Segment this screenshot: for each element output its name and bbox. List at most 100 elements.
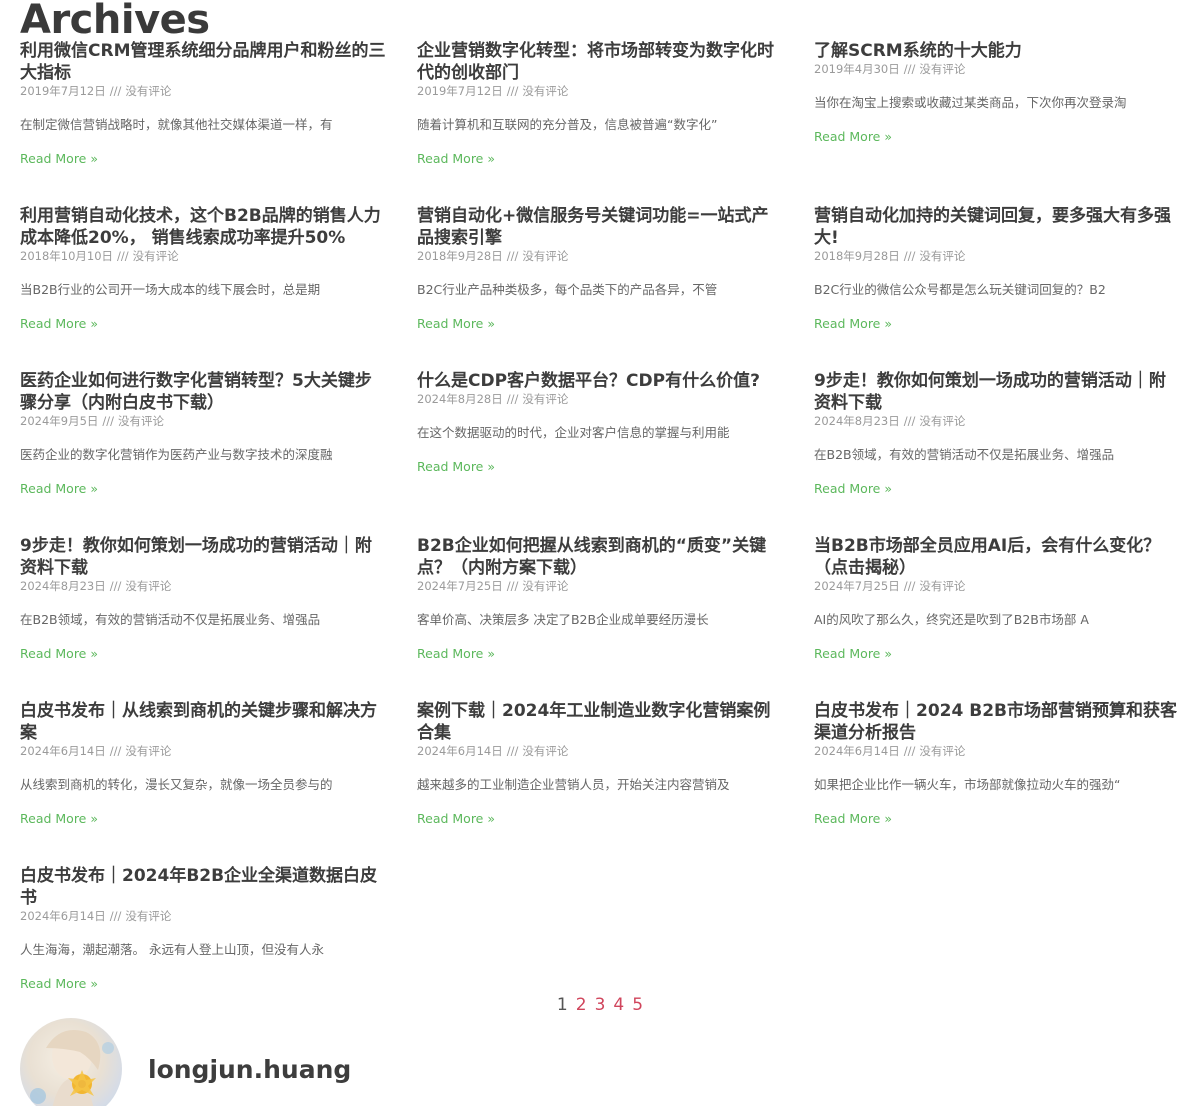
post-title[interactable]: 企业营销数字化转型：将市场部转变为数字化时代的创收部门	[417, 40, 784, 84]
post-comments-link[interactable]: 没有评论	[125, 579, 171, 593]
post-meta: 2024年9月5日 ///没有评论	[20, 414, 387, 428]
post-date[interactable]: 2024年9月5日	[20, 414, 98, 428]
read-more-link[interactable]: Read More »	[417, 316, 495, 332]
meta-separator: ///	[506, 84, 519, 98]
post-date[interactable]: 2024年7月25日	[417, 579, 503, 593]
read-more-link[interactable]: Read More »	[814, 129, 892, 145]
post-card: 白皮书发布｜从线索到商机的关键步骤和解决方案 2024年6月14日///没有评论从…	[20, 700, 387, 865]
post-title[interactable]: 营销自动化+微信服务号关键词功能=一站式产品搜索引擎	[417, 205, 784, 249]
post-card: 当B2B市场部全员应用AI后，会有什么变化？（点击揭秘） 2024年7月25日//…	[814, 535, 1181, 700]
author-name[interactable]: longjun.huang	[148, 1055, 351, 1084]
read-more-link[interactable]: Read More »	[814, 646, 892, 662]
post-date[interactable]: 2024年6月14日	[20, 744, 106, 758]
post-title[interactable]: 利用微信CRM管理系统细分品牌用户和粉丝的三大指标	[20, 40, 387, 84]
post-date[interactable]: 2019年4月30日	[814, 62, 900, 76]
post-title[interactable]: 9步走！教你如何策划一场成功的营销活动｜附资料下载	[20, 535, 387, 579]
post-comments-link[interactable]: 没有评论	[125, 744, 171, 758]
post-title[interactable]: 白皮书发布｜2024 B2B市场部营销预算和获客渠道分析报告	[814, 700, 1181, 744]
post-title[interactable]: 当B2B市场部全员应用AI后，会有什么变化？（点击揭秘）	[814, 535, 1181, 579]
pagination-current-page[interactable]: 1	[557, 994, 568, 1016]
post-comments-link[interactable]: 没有评论	[522, 84, 568, 98]
post-title[interactable]: 9步走！教你如何策划一场成功的营销活动｜附资料下载	[814, 370, 1181, 414]
post-date[interactable]: 2018年9月28日	[814, 249, 900, 263]
post-comments-link[interactable]: 没有评论	[919, 62, 965, 76]
pagination: 12345	[0, 994, 1200, 1016]
avatar[interactable]	[20, 1018, 122, 1106]
post-meta: 2018年10月10日 /// 没有评论	[20, 249, 387, 263]
read-more-link[interactable]: Read More »	[814, 811, 892, 827]
post-comments-link[interactable]: 没有评论	[919, 249, 965, 263]
post-excerpt: 客单价高、决策层多 决定了B2B企业成单要经历漫长	[417, 612, 709, 627]
pagination-page-link[interactable]: 5	[632, 994, 643, 1016]
read-more-link[interactable]: Read More »	[417, 459, 495, 475]
read-more-link[interactable]: Read More »	[20, 976, 98, 992]
meta-separator: ///	[903, 414, 916, 428]
post-date[interactable]: 2019年7月12日	[20, 84, 106, 98]
post-title[interactable]: 医药企业如何进行数字化营销转型？5大关键步骤分享（内附白皮书下载）	[20, 370, 387, 414]
post-date[interactable]: 2024年8月23日	[20, 579, 106, 593]
post-date[interactable]: 2018年10月10日	[20, 249, 113, 263]
post-comments-link[interactable]: 没有评论	[522, 744, 568, 758]
post-excerpt: AI的风吹了那么久，终究还是吹到了B2B市场部 A	[814, 612, 1089, 627]
post-comments-link[interactable]: 没有评论	[133, 249, 179, 263]
post-card: 企业营销数字化转型：将市场部转变为数字化时代的创收部门 2019年7月12日///…	[417, 40, 784, 205]
post-comments-link[interactable]: 没有评论	[919, 579, 965, 593]
post-meta: 2024年6月14日///没有评论	[814, 744, 1181, 758]
read-more-link[interactable]: Read More »	[417, 151, 495, 167]
post-title[interactable]: 白皮书发布｜2024年B2B企业全渠道数据白皮书	[20, 865, 387, 909]
post-comments-link[interactable]: 没有评论	[522, 249, 568, 263]
post-date[interactable]: 2024年6月14日	[417, 744, 503, 758]
post-title[interactable]: 什么是CDP客户数据平台？CDP有什么价值?	[417, 370, 784, 392]
meta-separator: ///	[506, 744, 519, 758]
read-more-link[interactable]: Read More »	[417, 646, 495, 662]
post-card: 营销自动化+微信服务号关键词功能=一站式产品搜索引擎 2018年9月28日///没…	[417, 205, 784, 370]
read-more-link[interactable]: Read More »	[814, 316, 892, 332]
read-more-link[interactable]: Read More »	[814, 481, 892, 497]
post-date[interactable]: 2018年9月28日	[417, 249, 503, 263]
post-comments-link[interactable]: 没有评论	[125, 909, 171, 923]
meta-separator: ///	[903, 62, 916, 76]
read-more-link[interactable]: Read More »	[20, 481, 98, 497]
meta-separator: ///	[109, 84, 122, 98]
post-date[interactable]: 2024年7月25日	[814, 579, 900, 593]
post-meta: 2024年6月14日///没有评论	[20, 744, 387, 758]
post-title[interactable]: B2B企业如何把握从线索到商机的“质变”关键点？（内附方案下载）	[417, 535, 784, 579]
post-excerpt: 如果把企业比作一辆火车，市场部就像拉动火车的强劲“	[814, 777, 1121, 792]
pagination-page-link[interactable]: 4	[613, 994, 624, 1016]
post-title[interactable]: 利用营销自动化技术，这个B2B品牌的销售人力成本降低20%， 销售线索成功率提升…	[20, 205, 387, 249]
pagination-page-link[interactable]: 2	[576, 994, 587, 1016]
post-title[interactable]: 案例下载｜2024年工业制造业数字化营销案例合集	[417, 700, 784, 744]
post-date[interactable]: 2024年6月14日	[20, 909, 106, 923]
post-date[interactable]: 2024年6月14日	[814, 744, 900, 758]
meta-separator: ///	[903, 744, 916, 758]
post-comments-link[interactable]: 没有评论	[118, 414, 164, 428]
pagination-page-link[interactable]: 3	[595, 994, 606, 1016]
meta-separator: ///	[506, 579, 519, 593]
post-date[interactable]: 2024年8月28日	[417, 392, 503, 406]
meta-separator: ///	[903, 579, 916, 593]
meta-separator: ///	[506, 392, 519, 406]
post-meta: 2024年7月25日///没有评论	[417, 579, 784, 593]
post-meta: 2019年7月12日///没有评论	[417, 84, 784, 98]
post-comments-link[interactable]: 没有评论	[522, 579, 568, 593]
post-card: 利用微信CRM管理系统细分品牌用户和粉丝的三大指标 2019年7月12日///没有…	[20, 40, 387, 205]
read-more-link[interactable]: Read More »	[20, 646, 98, 662]
read-more-link[interactable]: Read More »	[20, 811, 98, 827]
read-more-link[interactable]: Read More »	[417, 811, 495, 827]
meta-separator: ///	[109, 909, 122, 923]
read-more-link[interactable]: Read More »	[20, 316, 98, 332]
post-comments-link[interactable]: 没有评论	[919, 744, 965, 758]
read-more-link[interactable]: Read More »	[20, 151, 98, 167]
post-date[interactable]: 2019年7月12日	[417, 84, 503, 98]
page-title: Archives	[20, 0, 210, 43]
post-date[interactable]: 2024年8月23日	[814, 414, 900, 428]
post-title[interactable]: 营销自动化加持的关键词回复，要多强大有多强大!	[814, 205, 1181, 249]
post-comments-link[interactable]: 没有评论	[125, 84, 171, 98]
post-comments-link[interactable]: 没有评论	[919, 414, 965, 428]
post-title[interactable]: 白皮书发布｜从线索到商机的关键步骤和解决方案	[20, 700, 387, 744]
post-comments-link[interactable]: 没有评论	[522, 392, 568, 406]
post-meta: 2019年7月12日///没有评论	[20, 84, 387, 98]
avatar-illustration-icon	[30, 1030, 114, 1106]
post-title[interactable]: 了解SCRM系统的十大能力	[814, 40, 1181, 62]
post-card: 什么是CDP客户数据平台？CDP有什么价值? 2024年8月28日///没有评论在…	[417, 370, 784, 535]
